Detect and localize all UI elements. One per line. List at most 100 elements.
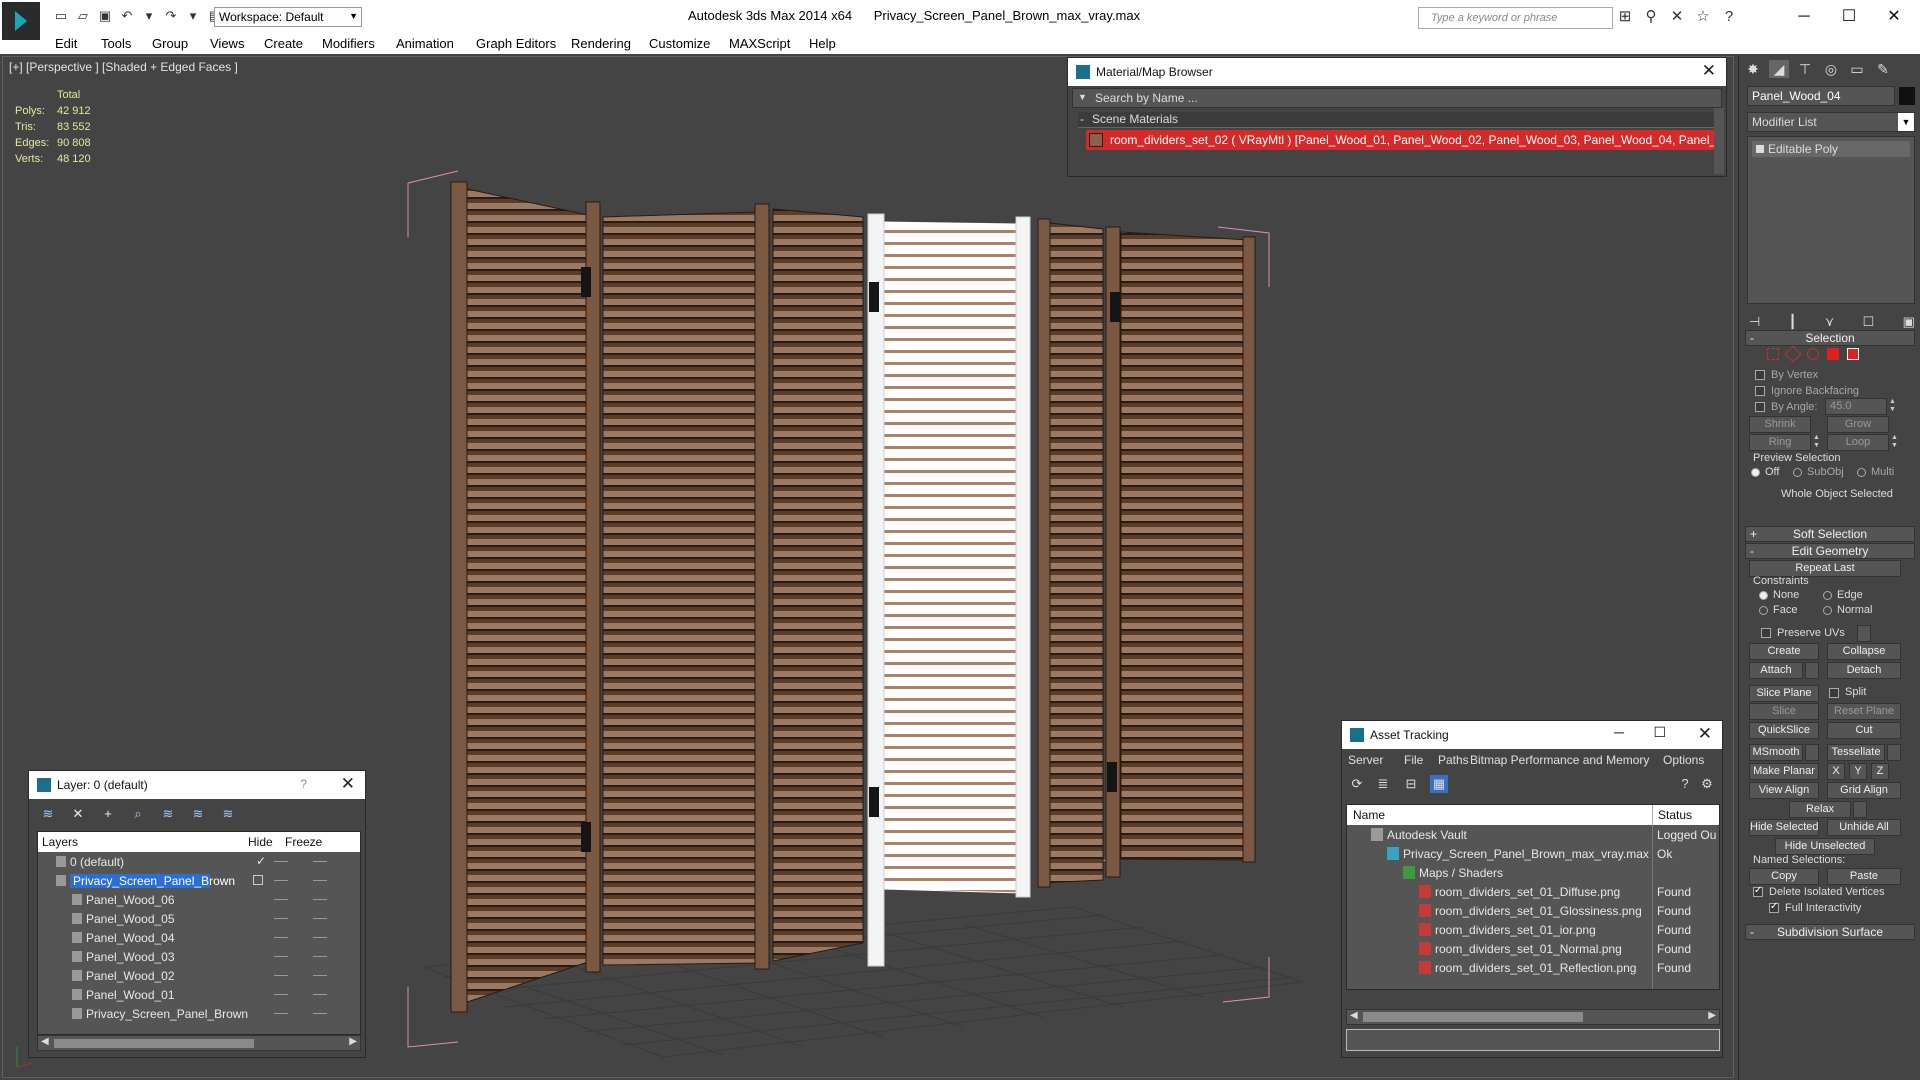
- delete-isolated-checkbox[interactable]: [1753, 885, 1763, 897]
- loop-button[interactable]: Loop: [1827, 434, 1889, 451]
- full-interactivity-checkbox[interactable]: [1769, 901, 1779, 913]
- configure-sets-icon[interactable]: ▣: [1903, 314, 1915, 330]
- select-objects-icon[interactable]: ⌕: [129, 805, 147, 823]
- open-file-icon[interactable]: ▱: [74, 8, 92, 24]
- relax-settings[interactable]: [1853, 801, 1867, 818]
- close-icon[interactable]: ✕: [1702, 61, 1716, 81]
- rollout-subdivision-surface[interactable]: - Subdivision Surface: [1745, 924, 1915, 940]
- object-name-field[interactable]: Panel_Wood_04: [1747, 86, 1895, 106]
- column-status[interactable]: Status: [1658, 808, 1692, 822]
- layer-row[interactable]: Panel_Wood_04: [38, 928, 360, 947]
- constraint-normal-radio[interactable]: [1823, 606, 1832, 615]
- cut-button[interactable]: Cut: [1827, 722, 1901, 739]
- layer-row[interactable]: Privacy_Screen_Panel_Brown: [38, 871, 360, 890]
- maximize-button[interactable]: ☐: [1829, 4, 1869, 30]
- column-hide[interactable]: Hide: [248, 835, 273, 849]
- copy-selection-button[interactable]: Copy: [1749, 868, 1819, 885]
- column-freeze[interactable]: Freeze: [285, 835, 322, 849]
- scroll-left-icon[interactable]: ◀: [1350, 1010, 1358, 1021]
- tessellate-settings[interactable]: [1887, 744, 1901, 761]
- layer-row[interactable]: Panel_Wood_01: [38, 985, 360, 1004]
- menu-graph-editors[interactable]: Graph Editors: [476, 36, 556, 51]
- scroll-left-icon[interactable]: ◀: [41, 1036, 49, 1047]
- view-align-button[interactable]: View Align: [1749, 782, 1819, 799]
- preview-subobj-radio[interactable]: [1793, 468, 1802, 477]
- asset-row[interactable]: room_dividers_set_01_Diffuse.png Found: [1347, 882, 1719, 901]
- menu-views[interactable]: Views: [210, 36, 244, 51]
- asset-row[interactable]: room_dividers_set_01_Reflection.png Found: [1347, 958, 1719, 977]
- layer-row[interactable]: Privacy_Screen_Panel_Brown: [38, 1004, 360, 1023]
- delete-layer-icon[interactable]: ✕: [69, 805, 87, 823]
- vertical-scrollbar[interactable]: [1714, 108, 1724, 174]
- object-color-swatch[interactable]: [1899, 87, 1915, 105]
- menu-options[interactable]: Options: [1663, 753, 1704, 767]
- asset-row[interactable]: room_dividers_set_01_ior.png Found: [1347, 920, 1719, 939]
- menu-edit[interactable]: Edit: [55, 36, 77, 51]
- material-list-item[interactable]: room_dividers_set_02 ( VRayMtl ) [Panel_…: [1086, 130, 1714, 150]
- help-icon[interactable]: ?: [1676, 775, 1694, 793]
- slice-button[interactable]: Slice: [1749, 703, 1819, 720]
- asset-row[interactable]: Maps / Shaders: [1347, 863, 1719, 882]
- make-unique-icon[interactable]: ⋎: [1825, 314, 1835, 330]
- angle-spinner[interactable]: ▲ ▼: [1889, 398, 1897, 415]
- planar-y-button[interactable]: Y: [1849, 763, 1867, 780]
- create-tab-icon[interactable]: ✸: [1743, 60, 1763, 78]
- scene-materials-group[interactable]: - Scene Materials: [1078, 112, 1716, 128]
- constraint-face-radio[interactable]: [1759, 606, 1768, 615]
- preview-multi-radio[interactable]: [1857, 468, 1866, 477]
- modify-tab-icon[interactable]: ◢: [1769, 60, 1789, 78]
- panel-titlebar[interactable]: Layer: 0 (default)? ✕: [29, 771, 365, 799]
- menu-rendering[interactable]: Rendering: [571, 36, 631, 51]
- refresh-icon[interactable]: ⟳: [1348, 775, 1366, 793]
- menu-modifiers[interactable]: Modifiers: [322, 36, 375, 51]
- menu-file[interactable]: File: [1404, 753, 1423, 767]
- star-icon[interactable]: ☆: [1694, 8, 1712, 26]
- menu-group[interactable]: Group: [152, 36, 188, 51]
- loop-spinner[interactable]: ▲ ▼: [1891, 434, 1899, 451]
- menu-bitmap-performance[interactable]: Bitmap Performance and Memory: [1470, 753, 1649, 767]
- asset-row[interactable]: room_dividers_set_01_Normal.png Found: [1347, 939, 1719, 958]
- undo-icon[interactable]: ↶: [118, 8, 136, 24]
- app-menu-button[interactable]: [2, 2, 40, 40]
- chevron-down-icon[interactable]: ▼: [1078, 92, 1087, 102]
- freeze-all-layers-icon[interactable]: ≋: [219, 805, 237, 823]
- paste-selection-button[interactable]: Paste: [1827, 868, 1901, 885]
- layer-row[interactable]: Panel_Wood_06: [38, 890, 360, 909]
- element-mode-icon[interactable]: [1847, 348, 1859, 360]
- highlight-layer-icon[interactable]: ≋: [159, 805, 177, 823]
- exchange-icon[interactable]: ✕: [1668, 8, 1686, 26]
- preserve-uvs-checkbox[interactable]: [1761, 628, 1771, 638]
- grow-button[interactable]: Grow: [1827, 416, 1889, 433]
- menu-maxscript[interactable]: MAXScript: [729, 36, 790, 51]
- border-mode-icon[interactable]: [1807, 348, 1819, 360]
- save-file-icon[interactable]: ▣: [96, 8, 114, 24]
- new-file-icon[interactable]: ▭: [52, 8, 70, 24]
- constraint-none-radio[interactable]: [1759, 591, 1768, 600]
- reset-plane-button[interactable]: Reset Plane: [1827, 703, 1901, 720]
- collapse-button[interactable]: Collapse: [1827, 643, 1901, 660]
- tessellate-button[interactable]: Tessellate: [1827, 744, 1885, 761]
- polygon-mode-icon[interactable]: [1827, 348, 1839, 360]
- asset-path-field[interactable]: [1346, 1029, 1720, 1051]
- hide-unselected-button[interactable]: Hide Unselected: [1775, 838, 1875, 855]
- make-planar-button[interactable]: Make Planar: [1749, 763, 1819, 780]
- key-icon[interactable]: ⚲: [1642, 8, 1660, 26]
- close-button[interactable]: ✕: [1874, 4, 1914, 30]
- maximize-button[interactable]: ☐: [1653, 724, 1666, 741]
- layer-row[interactable]: 0 (default) ✓: [38, 852, 360, 871]
- pin-stack-icon[interactable]: ⊣: [1749, 314, 1760, 330]
- scroll-right-icon[interactable]: ▶: [349, 1036, 357, 1047]
- grid-align-button[interactable]: Grid Align: [1827, 782, 1901, 799]
- msmooth-settings[interactable]: [1805, 744, 1819, 761]
- horizontal-scrollbar[interactable]: ◀ ▶: [37, 1035, 361, 1051]
- asset-row[interactable]: Autodesk Vault Logged Ou: [1347, 825, 1719, 844]
- detach-button[interactable]: Detach: [1827, 662, 1901, 679]
- undo-dropdown-icon[interactable]: ▾: [140, 8, 158, 24]
- hide-all-layers-icon[interactable]: ≋: [189, 805, 207, 823]
- preserve-uvs-settings[interactable]: [1857, 625, 1871, 642]
- minimize-button[interactable]: ─: [1784, 4, 1824, 30]
- panel-titlebar[interactable]: Material/Map Browser ✕: [1068, 58, 1726, 86]
- menu-customize[interactable]: Customize: [649, 36, 710, 51]
- stack-item-editable-poly[interactable]: Editable Poly: [1752, 141, 1910, 157]
- material-search-input[interactable]: ▼ Search by Name ...: [1072, 88, 1722, 108]
